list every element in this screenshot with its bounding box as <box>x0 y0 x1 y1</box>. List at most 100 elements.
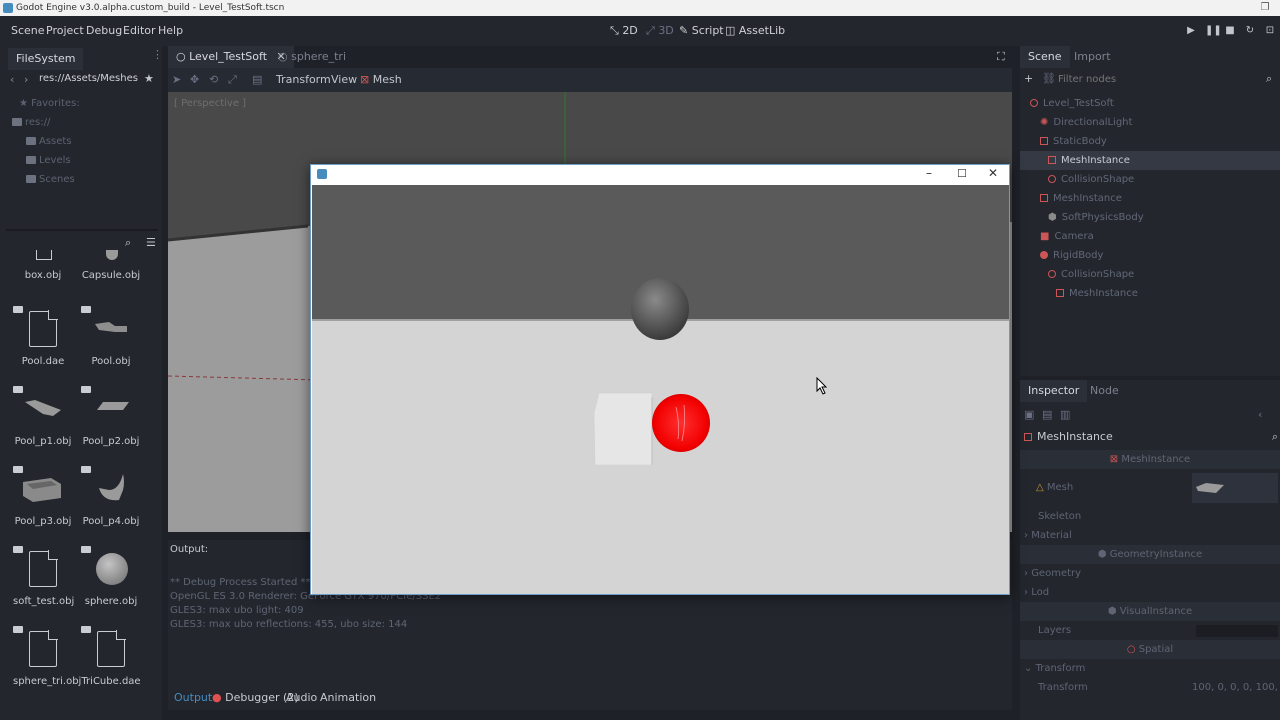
tree-scenes[interactable]: Scenes <box>0 170 162 189</box>
open-resource-icon[interactable]: ▤ <box>1042 408 1052 421</box>
menu-project[interactable]: Project <box>46 16 84 46</box>
history-back-icon[interactable]: ‹ <box>1258 408 1262 421</box>
search-icon[interactable]: ⌕ <box>1266 72 1272 86</box>
workspace-3d-button[interactable]: ⤢ 3D <box>646 16 674 46</box>
tree-node[interactable]: CollisionShape <box>1020 265 1280 284</box>
file-item[interactable]: Pool_p3.obj <box>13 466 73 527</box>
path-field[interactable]: res://Assets/Meshes <box>39 73 138 84</box>
transform-menu[interactable]: Transform <box>276 73 331 86</box>
tree-node[interactable]: Level_TestSoft <box>1020 94 1280 113</box>
tree-node[interactable]: ■ Camera <box>1020 227 1280 246</box>
tab-inspector[interactable]: Inspector <box>1020 380 1088 402</box>
tab-sphere-tri[interactable]: ○ sphere_tri <box>278 46 346 68</box>
reload-icon[interactable]: ↻ <box>1244 25 1256 37</box>
view-menu[interactable]: View <box>331 73 357 86</box>
game-viewport[interactable] <box>312 185 1009 594</box>
mesh-menu[interactable]: ⊠ Mesh <box>360 73 402 86</box>
tab-output[interactable]: Output <box>174 691 212 704</box>
file-item[interactable]: sphere.obj <box>81 546 141 607</box>
window-restore-icon[interactable]: ❐ <box>1258 2 1272 14</box>
list-select-icon[interactable]: ▤ <box>252 73 262 86</box>
scene-tabs: ○ Level_TestSoft ✕ ○ sphere_tri ⛶ <box>168 46 1012 68</box>
minimize-icon[interactable]: – <box>926 166 932 180</box>
workspace-assetlib-button[interactable]: ◫ AssetLib <box>725 16 785 46</box>
move-tool-icon[interactable]: ✥ <box>190 73 199 86</box>
tree-res[interactable]: res:// <box>0 113 162 132</box>
group-material[interactable]: › Material <box>1020 526 1280 545</box>
property-value[interactable]: 100, 0, 0, 0, 100, 0, <box>1192 678 1280 697</box>
tab-audio[interactable]: Audio <box>286 691 317 704</box>
close-icon[interactable]: ✕ <box>988 166 998 180</box>
filter-nodes-input[interactable] <box>1058 70 1258 88</box>
layers-grid[interactable] <box>1196 625 1278 637</box>
scale-tool-icon[interactable]: ⤢ <box>228 73 237 87</box>
tree-assets[interactable]: Assets <box>0 132 162 151</box>
mesh-preview-thumb[interactable] <box>1192 473 1278 503</box>
play-icon[interactable]: ▶ <box>1185 25 1197 37</box>
menu-help[interactable]: Help <box>158 16 183 46</box>
file-icon <box>81 626 133 672</box>
file-item[interactable]: box.obj <box>13 250 73 281</box>
filesystem-tab[interactable]: FileSystem <box>8 48 84 70</box>
property-layers[interactable]: Layers <box>1020 621 1280 640</box>
workspace-2d-button[interactable]: ⤡ 2D <box>610 16 638 46</box>
tree-node-selected[interactable]: MeshInstance <box>1020 151 1280 170</box>
property-mesh[interactable]: △ Mesh <box>1020 469 1280 507</box>
tree-node[interactable]: ✺ DirectionalLight <box>1020 113 1280 132</box>
file-item[interactable]: Pool_p2.obj <box>81 386 141 447</box>
add-node-icon[interactable]: + <box>1024 72 1033 85</box>
back-icon[interactable]: ‹ <box>10 73 14 86</box>
tree-levels[interactable]: Levels <box>0 151 162 170</box>
list-view-icon[interactable]: ☰ <box>146 236 156 249</box>
file-item[interactable]: sphere_tri.obj <box>13 626 81 687</box>
favorite-star-icon[interactable]: ★ <box>144 72 154 85</box>
forward-icon[interactable]: › <box>24 73 28 86</box>
tab-import[interactable]: Import <box>1074 46 1111 68</box>
pause-icon[interactable]: ❚❚ <box>1205 25 1222 37</box>
group-geometry[interactable]: › Geometry <box>1020 564 1280 583</box>
tab-animation[interactable]: Animation <box>320 691 376 704</box>
file-item[interactable]: Pool.dae <box>13 306 73 367</box>
tree-node[interactable]: CollisionShape <box>1020 170 1280 189</box>
tree-node[interactable]: StaticBody <box>1020 132 1280 151</box>
stop-icon[interactable]: ■ <box>1224 25 1236 37</box>
menu-scene[interactable]: Scene <box>11 16 45 46</box>
group-transform[interactable]: ⌄ Transform <box>1020 659 1280 678</box>
menu-debug[interactable]: Debug <box>86 16 122 46</box>
tab-scene[interactable]: Scene <box>1020 46 1070 68</box>
game-window-titlebar[interactable]: – ☐ ✕ <box>311 165 1009 185</box>
workspace-script-button[interactable]: ✎ Script <box>679 16 724 46</box>
tree-node[interactable]: RigidBody <box>1020 246 1280 265</box>
rotate-tool-icon[interactable]: ⟲ <box>209 73 218 86</box>
file-item[interactable]: Pool_p1.obj <box>13 386 73 447</box>
maximize-icon[interactable]: ☐ <box>957 167 967 180</box>
select-tool-icon[interactable]: ➤ <box>172 73 181 86</box>
pin-icon[interactable]: ⊡ <box>1264 25 1276 37</box>
tree-node[interactable]: MeshInstance <box>1020 189 1280 208</box>
file-item[interactable]: Capsule.obj <box>81 250 141 281</box>
file-item[interactable]: Pool_p4.obj <box>81 466 141 527</box>
link-icon[interactable]: ⛓ <box>1042 72 1056 85</box>
tree-node[interactable]: MeshInstance <box>1020 284 1280 303</box>
game-window[interactable]: – ☐ ✕ <box>310 164 1010 595</box>
save-resource-icon[interactable]: ▥ <box>1060 408 1070 421</box>
search-icon[interactable]: ⌕ <box>1272 428 1278 446</box>
dock-options-icon[interactable]: ⋮ <box>152 48 163 61</box>
file-item[interactable]: soft_test.obj <box>13 546 74 607</box>
file-item[interactable]: TriCube.dae <box>81 626 141 687</box>
new-resource-icon[interactable]: ▣ <box>1024 408 1034 421</box>
tree-favorites[interactable]: ★ Favorites: <box>0 94 162 113</box>
group-label: Material <box>1031 530 1072 541</box>
property-skeleton[interactable]: Skeleton <box>1020 507 1280 526</box>
tab-node[interactable]: Node <box>1090 380 1119 402</box>
file-item[interactable]: Pool.obj <box>81 306 141 367</box>
tree-node[interactable]: ⬢ SoftPhysicsBody <box>1020 208 1280 227</box>
viewport-perspective-label[interactable]: [ Perspective ] <box>174 98 246 109</box>
search-icon[interactable]: ⌕ <box>125 236 131 250</box>
group-lod[interactable]: › Lod <box>1020 583 1280 602</box>
tab-level-testsoft[interactable]: ○ Level_TestSoft ✕ <box>168 46 294 68</box>
property-transform[interactable]: Transform 100, 0, 0, 0, 100, 0, <box>1020 678 1280 697</box>
menu-editor[interactable]: Editor <box>123 16 156 46</box>
distraction-free-icon[interactable]: ⛶ <box>997 50 1005 64</box>
inspected-object[interactable]: MeshInstance ⌕ <box>1024 428 1278 446</box>
